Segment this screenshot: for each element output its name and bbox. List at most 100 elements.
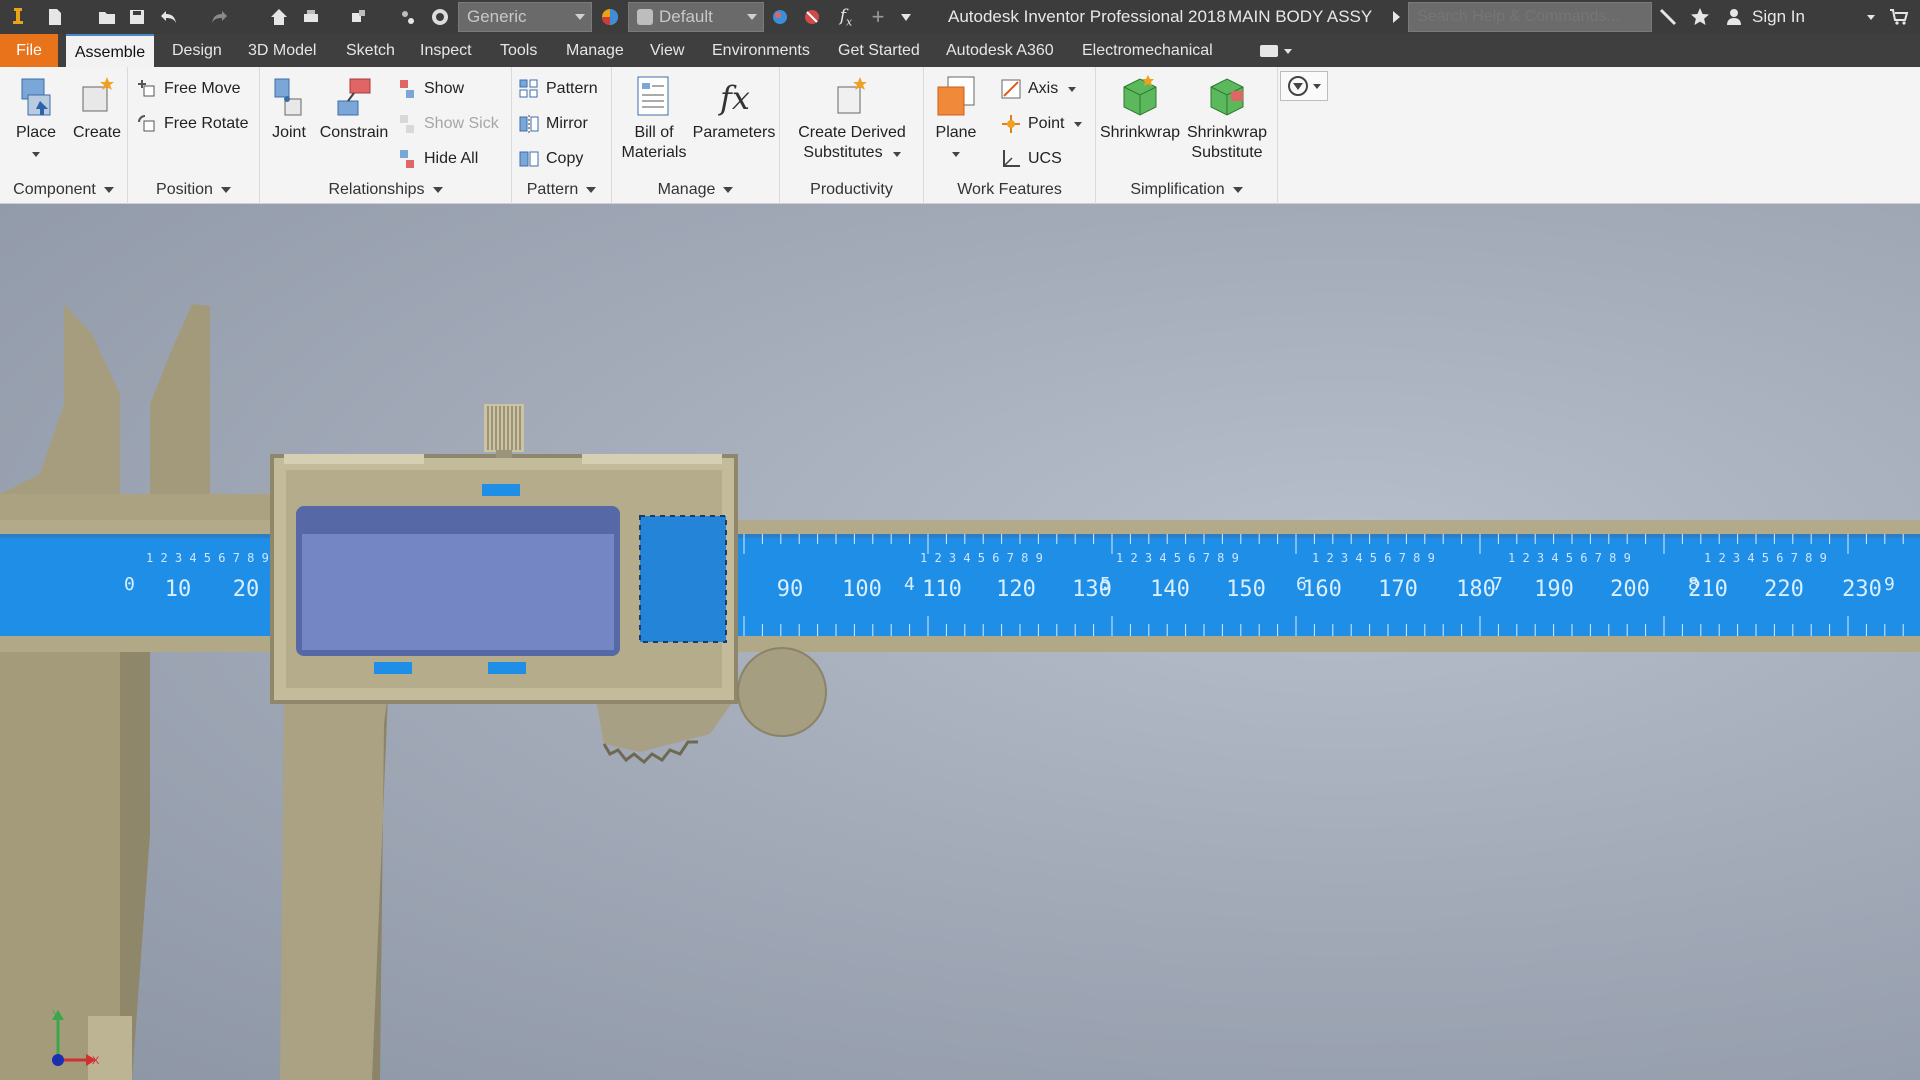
tab-assemble[interactable]: Assemble <box>66 34 154 67</box>
select-priority-icon[interactable] <box>346 5 372 29</box>
chevron-down-icon <box>1068 86 1077 92</box>
graphics-viewport[interactable]: 10 20 90 100 110 120 130 140 150 160 170 180 190 200 2… <box>0 204 1920 1080</box>
material-style-combo[interactable]: Generic <box>458 2 592 32</box>
joint-icon <box>274 78 302 116</box>
free-rotate-button[interactable]: Free Rotate <box>136 111 248 137</box>
material-icon[interactable] <box>428 5 452 29</box>
panel-title-simplification[interactable]: Simplification <box>1096 177 1277 204</box>
ribbon-display-toggle[interactable] <box>1256 42 1298 60</box>
clear-appearance-icon[interactable] <box>800 5 824 29</box>
axis-button[interactable]: Axis <box>1000 76 1077 102</box>
bill-of-materials-button[interactable]: Bill of Materials <box>616 73 692 163</box>
home-icon[interactable] <box>266 5 292 29</box>
slider-window <box>639 515 727 643</box>
redo-icon[interactable] <box>206 5 232 29</box>
search-expand-icon[interactable] <box>1388 5 1404 29</box>
lower-jaw-tip <box>88 1016 132 1080</box>
show-sick-button[interactable]: Show Sick <box>396 111 499 137</box>
cart-icon[interactable] <box>1886 5 1912 29</box>
search-go-icon[interactable] <box>1656 5 1680 29</box>
adjust-appearance-icon[interactable] <box>768 5 792 29</box>
chevron-down-icon <box>220 186 231 193</box>
copy-button[interactable]: Copy <box>518 146 583 172</box>
on-off-button[interactable] <box>482 484 520 496</box>
chevron-down-icon <box>892 152 901 157</box>
tab-electromechanical[interactable]: Electromechanical <box>1078 34 1217 67</box>
appearance-swatch-icon <box>637 9 653 25</box>
tab-manage[interactable]: Manage <box>562 34 628 67</box>
measure-icon[interactable] <box>396 5 420 29</box>
point-label: Point <box>1028 115 1065 132</box>
panel-title-pattern[interactable]: Pattern <box>512 177 611 204</box>
pattern-button[interactable]: Pattern <box>518 76 598 102</box>
panel-position: Free Move Free Rotate Position <box>128 67 260 204</box>
minimize-ribbon-icon <box>1260 45 1278 57</box>
panel-title-manage[interactable]: Manage <box>612 177 779 204</box>
plus-icon[interactable]: + <box>866 4 890 29</box>
mm-inch-button[interactable] <box>488 662 526 674</box>
chevron-down-icon <box>1284 48 1292 54</box>
inventor-logo-icon[interactable] <box>6 5 30 29</box>
scale-number: 20 <box>233 577 260 602</box>
constrain-button[interactable]: Constrain <box>316 73 392 143</box>
tab-3d-model[interactable]: 3D Model <box>244 34 320 67</box>
tab-inspect[interactable]: Inspect <box>416 34 476 67</box>
scale-major-digit: 8 <box>1688 574 1699 595</box>
caliper-model[interactable]: 10 20 90 100 110 120 130 140 150 160 170 180 190 200 2… <box>0 204 1920 1080</box>
mirror-button[interactable]: Mirror <box>518 111 588 137</box>
panel-title-position[interactable]: Position <box>128 177 259 204</box>
function-fx-icon[interactable]: fx <box>834 5 858 29</box>
tab-sketch[interactable]: Sketch <box>342 34 399 67</box>
plane-button[interactable]: Plane <box>928 73 984 163</box>
work-features-title: Work Features <box>957 181 1062 198</box>
point-button[interactable]: Point <box>1000 111 1083 137</box>
print-icon[interactable] <box>298 5 324 29</box>
create-derived-substitutes-button[interactable]: Create Derived Substitutes <box>784 73 920 163</box>
axis-icon <box>1001 79 1021 99</box>
favorites-star-icon[interactable] <box>1688 5 1712 29</box>
save-icon[interactable] <box>124 5 150 29</box>
derived-substitutes-icon <box>837 77 867 114</box>
create-button[interactable]: Create <box>70 73 124 143</box>
panel-title-relationships[interactable]: Relationships <box>260 177 511 204</box>
sign-in-link[interactable]: Sign In <box>1752 7 1805 27</box>
tab-autodesk-a360[interactable]: Autodesk A360 <box>942 34 1058 67</box>
plane-icon <box>937 76 975 116</box>
tab-design[interactable]: Design <box>168 34 226 67</box>
joint-label: Joint <box>272 124 306 141</box>
open-folder-icon[interactable] <box>94 5 120 29</box>
mirror-label: Mirror <box>546 115 588 132</box>
new-file-icon[interactable] <box>42 5 68 29</box>
title-bar: Generic Default fx + Autodesk Inventor P… <box>0 0 1920 34</box>
show-button[interactable]: Show <box>396 76 464 102</box>
shrinkwrap-substitute-button[interactable]: Shrinkwrap Substitute <box>1182 73 1272 163</box>
tab-environments[interactable]: Environments <box>708 34 814 67</box>
panel-title-component[interactable]: Component <box>0 177 127 204</box>
signin-dropdown-icon[interactable] <box>1864 5 1878 29</box>
shrinkwrap-button[interactable]: Shrinkwrap <box>1098 73 1182 143</box>
free-move-button[interactable]: Free Move <box>136 76 240 102</box>
customize-toolbar-icon[interactable] <box>896 5 916 29</box>
appearance-combo[interactable]: Default <box>628 2 764 32</box>
panel-work-features: Plane Axis Point UCS Work Features <box>924 67 1096 204</box>
joint-button[interactable]: Joint <box>266 73 312 143</box>
scale-number: 230 <box>1842 577 1882 602</box>
search-help-input[interactable] <box>1408 2 1652 32</box>
panel-options-button[interactable] <box>1280 71 1328 101</box>
ucs-button[interactable]: UCS <box>1000 146 1062 172</box>
place-button[interactable]: Place <box>8 73 64 163</box>
tab-tools[interactable]: Tools <box>496 34 541 67</box>
tab-file[interactable]: File <box>0 34 58 67</box>
create-icon <box>82 77 114 112</box>
zero-button[interactable] <box>374 662 412 674</box>
parameters-button[interactable]: fx Parameters <box>692 73 776 143</box>
hide-all-button[interactable]: Hide All <box>396 146 478 172</box>
bom-label-line1: Bill of <box>634 124 674 141</box>
chevron-down-icon <box>1232 186 1243 193</box>
undo-icon[interactable] <box>156 5 182 29</box>
tab-get-started[interactable]: Get Started <box>834 34 924 67</box>
color-sphere-icon[interactable] <box>598 5 622 29</box>
mirror-icon <box>519 115 539 133</box>
user-icon[interactable] <box>1722 5 1746 29</box>
tab-view[interactable]: View <box>646 34 688 67</box>
